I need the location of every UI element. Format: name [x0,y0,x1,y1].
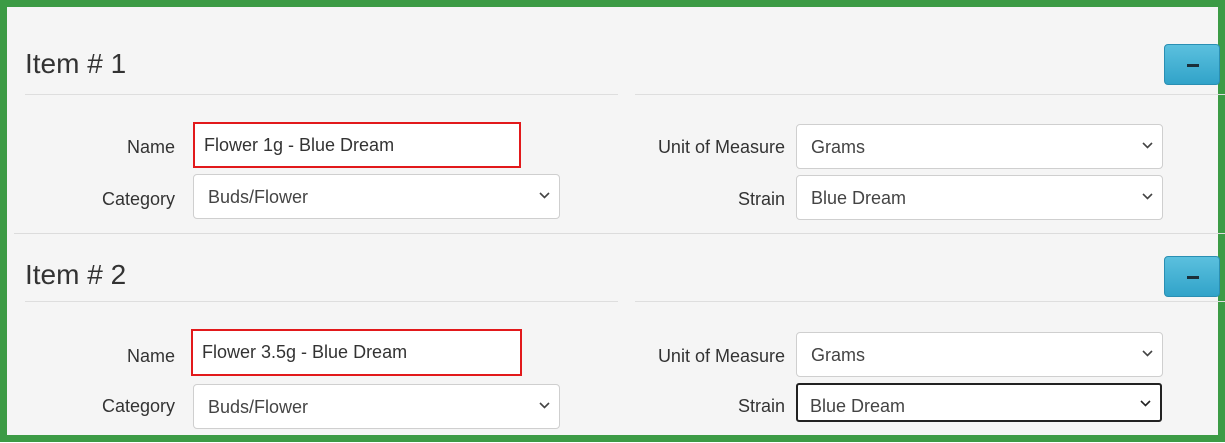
item-section-1: Item # 1 Name Flower 1g - Blue Dream Cat… [14,14,1225,233]
item-section-2: Item # 2 Name Flower 3.5g - Blue Dream U… [14,233,1225,443]
strain-value: Blue Dream [811,188,907,208]
strain-value: Blue Dream [810,396,906,416]
form-frame: Item # 1 Name Flower 1g - Blue Dream Cat… [0,0,1225,442]
category-value: Buds/Flower [208,397,309,417]
remove-item-button[interactable] [1164,44,1220,85]
strain-label: Strain [737,396,785,416]
unit-of-measure-label: Unit of Measure [657,137,785,157]
chevron-down-icon [1142,350,1153,359]
divider [25,301,618,302]
strain-select[interactable]: Blue Dream [796,175,1163,220]
chevron-down-icon [539,192,550,201]
divider [635,94,1225,95]
unit-of-measure-select[interactable]: Grams [796,124,1163,169]
remove-item-button[interactable] [1164,256,1220,297]
category-select[interactable]: Buds/Flower [193,174,560,219]
item-title: Item # 2 [25,259,127,290]
chevron-down-icon [539,402,550,411]
category-label: Category [101,396,175,416]
item-title: Item # 1 [25,48,127,79]
chevron-down-icon [1142,142,1153,151]
name-label: Name [126,137,175,157]
strain-label: Strain [737,189,785,209]
divider [635,301,1225,302]
unit-of-measure-label: Unit of Measure [657,346,785,366]
name-label: Name [126,346,175,366]
divider [25,94,618,95]
unit-of-measure-select[interactable]: Grams [796,332,1163,377]
minus-icon [1187,64,1199,67]
name-input[interactable]: Flower 1g - Blue Dream [193,122,521,168]
name-input[interactable]: Flower 3.5g - Blue Dream [191,329,522,376]
unit-of-measure-value: Grams [811,137,865,157]
category-value: Buds/Flower [208,187,309,207]
category-label: Category [101,189,175,209]
strain-select[interactable]: Blue Dream [796,383,1162,422]
chevron-down-icon [1142,193,1153,202]
category-select[interactable]: Buds/Flower [193,384,560,429]
minus-icon [1187,276,1199,279]
chevron-down-icon [1140,400,1151,409]
unit-of-measure-value: Grams [811,345,865,365]
